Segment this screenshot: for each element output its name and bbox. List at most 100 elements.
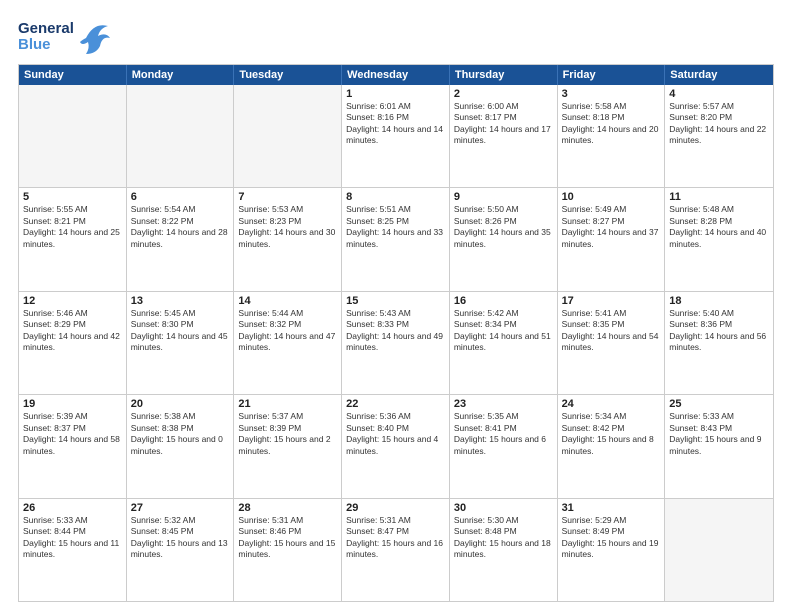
day-number: 5: [23, 191, 122, 203]
logo-bird-icon: [78, 18, 110, 56]
calendar-cell: [234, 85, 342, 187]
day-number: 26: [23, 502, 122, 514]
cell-daylight-info: Sunrise: 5:30 AMSunset: 8:48 PMDaylight:…: [454, 515, 553, 561]
calendar-row: 5Sunrise: 5:55 AMSunset: 8:21 PMDaylight…: [19, 187, 773, 290]
day-number: 12: [23, 295, 122, 307]
day-number: 22: [346, 398, 445, 410]
calendar-cell: 19Sunrise: 5:39 AMSunset: 8:37 PMDayligh…: [19, 395, 127, 497]
weekday-header: Thursday: [450, 65, 558, 85]
calendar-cell: 26Sunrise: 5:33 AMSunset: 8:44 PMDayligh…: [19, 499, 127, 601]
cell-daylight-info: Sunrise: 5:36 AMSunset: 8:40 PMDaylight:…: [346, 411, 445, 457]
calendar-cell: 22Sunrise: 5:36 AMSunset: 8:40 PMDayligh…: [342, 395, 450, 497]
calendar-cell: 10Sunrise: 5:49 AMSunset: 8:27 PMDayligh…: [558, 188, 666, 290]
day-number: 16: [454, 295, 553, 307]
calendar-cell: 28Sunrise: 5:31 AMSunset: 8:46 PMDayligh…: [234, 499, 342, 601]
calendar-cell: 3Sunrise: 5:58 AMSunset: 8:18 PMDaylight…: [558, 85, 666, 187]
cell-daylight-info: Sunrise: 5:42 AMSunset: 8:34 PMDaylight:…: [454, 308, 553, 354]
calendar-cell: 7Sunrise: 5:53 AMSunset: 8:23 PMDaylight…: [234, 188, 342, 290]
cell-daylight-info: Sunrise: 5:31 AMSunset: 8:46 PMDaylight:…: [238, 515, 337, 561]
day-number: 9: [454, 191, 553, 203]
cell-daylight-info: Sunrise: 5:45 AMSunset: 8:30 PMDaylight:…: [131, 308, 230, 354]
day-number: 11: [669, 191, 769, 203]
calendar-cell: 21Sunrise: 5:37 AMSunset: 8:39 PMDayligh…: [234, 395, 342, 497]
day-number: 10: [562, 191, 661, 203]
cell-daylight-info: Sunrise: 5:37 AMSunset: 8:39 PMDaylight:…: [238, 411, 337, 457]
day-number: 18: [669, 295, 769, 307]
calendar: SundayMondayTuesdayWednesdayThursdayFrid…: [18, 64, 774, 602]
calendar-cell: 1Sunrise: 6:01 AMSunset: 8:16 PMDaylight…: [342, 85, 450, 187]
calendar-row: 26Sunrise: 5:33 AMSunset: 8:44 PMDayligh…: [19, 498, 773, 601]
calendar-cell: 17Sunrise: 5:41 AMSunset: 8:35 PMDayligh…: [558, 292, 666, 394]
weekday-header: Wednesday: [342, 65, 450, 85]
calendar-cell: 24Sunrise: 5:34 AMSunset: 8:42 PMDayligh…: [558, 395, 666, 497]
day-number: 27: [131, 502, 230, 514]
calendar-cell: 12Sunrise: 5:46 AMSunset: 8:29 PMDayligh…: [19, 292, 127, 394]
day-number: 2: [454, 88, 553, 100]
day-number: 4: [669, 88, 769, 100]
calendar-cell: [665, 499, 773, 601]
calendar-row: 1Sunrise: 6:01 AMSunset: 8:16 PMDaylight…: [19, 85, 773, 187]
day-number: 15: [346, 295, 445, 307]
calendar-cell: 2Sunrise: 6:00 AMSunset: 8:17 PMDaylight…: [450, 85, 558, 187]
day-number: 21: [238, 398, 337, 410]
cell-daylight-info: Sunrise: 5:46 AMSunset: 8:29 PMDaylight:…: [23, 308, 122, 354]
calendar-cell: [19, 85, 127, 187]
calendar-cell: 29Sunrise: 5:31 AMSunset: 8:47 PMDayligh…: [342, 499, 450, 601]
calendar-row: 19Sunrise: 5:39 AMSunset: 8:37 PMDayligh…: [19, 394, 773, 497]
calendar-cell: 27Sunrise: 5:32 AMSunset: 8:45 PMDayligh…: [127, 499, 235, 601]
day-number: 24: [562, 398, 661, 410]
header: General Blue: [18, 18, 774, 56]
day-number: 3: [562, 88, 661, 100]
calendar-cell: 16Sunrise: 5:42 AMSunset: 8:34 PMDayligh…: [450, 292, 558, 394]
cell-daylight-info: Sunrise: 6:00 AMSunset: 8:17 PMDaylight:…: [454, 101, 553, 147]
logo-general: General: [18, 21, 74, 38]
cell-daylight-info: Sunrise: 5:35 AMSunset: 8:41 PMDaylight:…: [454, 411, 553, 457]
calendar-cell: 6Sunrise: 5:54 AMSunset: 8:22 PMDaylight…: [127, 188, 235, 290]
calendar-cell: 14Sunrise: 5:44 AMSunset: 8:32 PMDayligh…: [234, 292, 342, 394]
calendar-cell: 5Sunrise: 5:55 AMSunset: 8:21 PMDaylight…: [19, 188, 127, 290]
cell-daylight-info: Sunrise: 6:01 AMSunset: 8:16 PMDaylight:…: [346, 101, 445, 147]
calendar-row: 12Sunrise: 5:46 AMSunset: 8:29 PMDayligh…: [19, 291, 773, 394]
cell-daylight-info: Sunrise: 5:33 AMSunset: 8:44 PMDaylight:…: [23, 515, 122, 561]
cell-daylight-info: Sunrise: 5:43 AMSunset: 8:33 PMDaylight:…: [346, 308, 445, 354]
logo-blue: Blue: [18, 37, 74, 54]
cell-daylight-info: Sunrise: 5:48 AMSunset: 8:28 PMDaylight:…: [669, 204, 769, 250]
day-number: 23: [454, 398, 553, 410]
day-number: 14: [238, 295, 337, 307]
day-number: 19: [23, 398, 122, 410]
day-number: 1: [346, 88, 445, 100]
calendar-cell: 23Sunrise: 5:35 AMSunset: 8:41 PMDayligh…: [450, 395, 558, 497]
calendar-cell: 15Sunrise: 5:43 AMSunset: 8:33 PMDayligh…: [342, 292, 450, 394]
weekday-header: Tuesday: [234, 65, 342, 85]
cell-daylight-info: Sunrise: 5:32 AMSunset: 8:45 PMDaylight:…: [131, 515, 230, 561]
weekday-header: Monday: [127, 65, 235, 85]
day-number: 6: [131, 191, 230, 203]
cell-daylight-info: Sunrise: 5:54 AMSunset: 8:22 PMDaylight:…: [131, 204, 230, 250]
cell-daylight-info: Sunrise: 5:51 AMSunset: 8:25 PMDaylight:…: [346, 204, 445, 250]
cell-daylight-info: Sunrise: 5:50 AMSunset: 8:26 PMDaylight:…: [454, 204, 553, 250]
day-number: 30: [454, 502, 553, 514]
cell-daylight-info: Sunrise: 5:33 AMSunset: 8:43 PMDaylight:…: [669, 411, 769, 457]
calendar-cell: 25Sunrise: 5:33 AMSunset: 8:43 PMDayligh…: [665, 395, 773, 497]
calendar-cell: 30Sunrise: 5:30 AMSunset: 8:48 PMDayligh…: [450, 499, 558, 601]
cell-daylight-info: Sunrise: 5:55 AMSunset: 8:21 PMDaylight:…: [23, 204, 122, 250]
cell-daylight-info: Sunrise: 5:44 AMSunset: 8:32 PMDaylight:…: [238, 308, 337, 354]
day-number: 8: [346, 191, 445, 203]
cell-daylight-info: Sunrise: 5:34 AMSunset: 8:42 PMDaylight:…: [562, 411, 661, 457]
calendar-cell: 9Sunrise: 5:50 AMSunset: 8:26 PMDaylight…: [450, 188, 558, 290]
day-number: 31: [562, 502, 661, 514]
calendar-cell: 4Sunrise: 5:57 AMSunset: 8:20 PMDaylight…: [665, 85, 773, 187]
day-number: 25: [669, 398, 769, 410]
cell-daylight-info: Sunrise: 5:53 AMSunset: 8:23 PMDaylight:…: [238, 204, 337, 250]
day-number: 28: [238, 502, 337, 514]
cell-daylight-info: Sunrise: 5:38 AMSunset: 8:38 PMDaylight:…: [131, 411, 230, 457]
page: General Blue SundayMondayTuesdayWednesda…: [0, 0, 792, 612]
calendar-cell: [127, 85, 235, 187]
day-number: 17: [562, 295, 661, 307]
calendar-cell: 13Sunrise: 5:45 AMSunset: 8:30 PMDayligh…: [127, 292, 235, 394]
calendar-cell: 8Sunrise: 5:51 AMSunset: 8:25 PMDaylight…: [342, 188, 450, 290]
calendar-cell: 18Sunrise: 5:40 AMSunset: 8:36 PMDayligh…: [665, 292, 773, 394]
cell-daylight-info: Sunrise: 5:49 AMSunset: 8:27 PMDaylight:…: [562, 204, 661, 250]
calendar-cell: 31Sunrise: 5:29 AMSunset: 8:49 PMDayligh…: [558, 499, 666, 601]
calendar-body: 1Sunrise: 6:01 AMSunset: 8:16 PMDaylight…: [19, 85, 773, 601]
